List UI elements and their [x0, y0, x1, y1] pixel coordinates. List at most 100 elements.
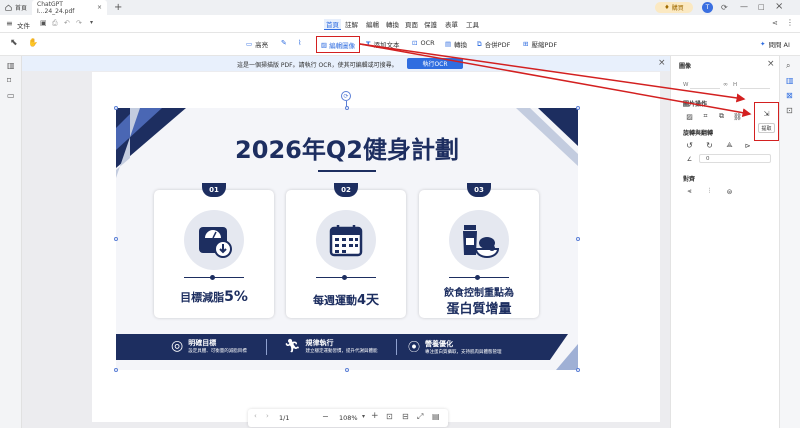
width-label: W	[683, 82, 689, 88]
infographic-image[interactable]: 2026年Q2健身計劃 01 目標減脂5% 02 每週運動4天 03 飲食控制重…	[116, 108, 578, 370]
redo-icon[interactable]: ↷	[76, 19, 82, 27]
edit-image-button[interactable]: ▨ 編輯圖像	[316, 36, 360, 53]
upgrade-button[interactable]: ♦ 購買	[655, 2, 693, 13]
pen-icon[interactable]: ✎	[281, 39, 287, 47]
convert-button[interactable]: ▤ 轉換	[445, 39, 467, 49]
replace-image-icon[interactable]: ▨	[685, 112, 694, 121]
fit-page-icon[interactable]: ⊡	[386, 412, 393, 421]
copy-image-icon[interactable]: ⧉	[717, 112, 726, 121]
resize-handle[interactable]	[114, 368, 118, 372]
link-image-icon[interactable]: ⛓	[733, 112, 742, 121]
search-icon[interactable]: ⌕	[786, 61, 790, 71]
close-icon[interactable]: ×	[97, 4, 102, 11]
image-ops-title: 圖片操作	[683, 101, 708, 108]
fit-width-icon[interactable]: ⊟	[402, 412, 409, 421]
resize-handle[interactable]	[345, 106, 349, 110]
align-left-icon[interactable]: ⫷	[685, 187, 694, 196]
scale-icon	[184, 210, 244, 270]
card-highlight: 5%	[224, 289, 248, 305]
bookmark-icon[interactable]: ⌑	[7, 76, 11, 85]
width-input[interactable]	[690, 80, 720, 89]
prev-page-icon[interactable]: ‹	[254, 412, 257, 420]
tab-menu-annotate[interactable]: 註解	[345, 19, 358, 29]
share-icon[interactable]: ⋖	[772, 19, 778, 27]
principle-title: 規律執行	[305, 339, 334, 347]
ocr-button[interactable]: ⊡ OCR	[412, 39, 435, 47]
underline-icon[interactable]: ⌇	[298, 39, 301, 47]
height-input[interactable]	[740, 80, 770, 89]
resize-handle[interactable]	[576, 368, 580, 372]
sync-icon[interactable]: ⟳	[721, 3, 728, 12]
extract-icon: ⇲	[763, 109, 770, 118]
align-right-icon[interactable]: ⊜	[725, 187, 734, 196]
new-tab-icon[interactable]: +	[114, 2, 122, 13]
print-icon[interactable]: ⎙	[52, 19, 58, 28]
zoom-level[interactable]: 108%	[339, 414, 358, 422]
select-icon[interactable]: ⬉	[10, 38, 18, 48]
window-close-icon[interactable]: ×	[775, 1, 783, 12]
hand-icon[interactable]: ✋	[28, 38, 38, 47]
run-ocr-button[interactable]: 執行OCR	[407, 58, 463, 69]
link-icon[interactable]: ∞	[723, 81, 728, 88]
rotate-left-icon[interactable]: ↺	[685, 141, 694, 150]
compress-button[interactable]: ⊞ 壓縮PDF	[523, 39, 557, 49]
resize-handle[interactable]	[576, 237, 580, 241]
tab-menu-edit[interactable]: 編輯	[366, 19, 379, 29]
crop-icon[interactable]: ⌗	[701, 112, 710, 121]
tab-menu-form[interactable]: 表單	[445, 19, 458, 29]
tab-home[interactable]: 首頁	[0, 0, 32, 15]
tab-menu-convert[interactable]: 轉換	[386, 19, 399, 29]
undo-icon[interactable]: ↶	[64, 19, 70, 27]
band-divider	[396, 339, 397, 355]
page-indicator[interactable]: 1/1	[279, 414, 289, 422]
tab-menu-tools[interactable]: 工具	[466, 19, 479, 29]
zoom-in-icon[interactable]: +	[371, 411, 379, 421]
comment-icon[interactable]: ▭	[7, 91, 15, 100]
running-icon: 🏃︎	[284, 338, 301, 354]
thumbnails-icon[interactable]: ▥	[7, 61, 15, 70]
resize-handle[interactable]	[345, 368, 349, 372]
ask-ai-button[interactable]: ✦ 問問 AI	[760, 39, 790, 49]
save-icon[interactable]: ▣	[40, 19, 47, 27]
angle-input[interactable]: 0	[699, 154, 771, 163]
rotate-handle[interactable]: ⟳	[341, 91, 351, 101]
flip-vertical-icon[interactable]: ⟁	[725, 141, 734, 150]
align-center-icon[interactable]: ⫶	[705, 187, 714, 196]
resize-handle[interactable]	[114, 106, 118, 110]
minimize-icon[interactable]: —	[740, 2, 748, 11]
tab-menu-protect[interactable]: 保護	[424, 19, 437, 29]
fullscreen-icon[interactable]: ⤢	[417, 412, 423, 422]
extract-image-button[interactable]: ⇲ 提取	[754, 102, 779, 141]
menu-bar: ≡ 文件 ▣ ⎙ ↶ ↷ ▾ 首頁 註解 編輯 轉換 頁面 保護 表單 工具 ⋖…	[0, 15, 800, 33]
tab-menu-page[interactable]: 頁面	[405, 19, 418, 29]
card-divider	[449, 275, 509, 280]
hamburger-icon[interactable]: ≡	[6, 19, 13, 28]
page-view-icon[interactable]: ▤	[432, 412, 440, 421]
avatar[interactable]: T	[702, 2, 713, 13]
tab-menu-home[interactable]: 首頁	[324, 19, 341, 30]
tab-home-label: 首頁	[15, 5, 28, 12]
add-text-button[interactable]: T 添加文本	[366, 39, 399, 49]
panel-title: 圖像	[679, 63, 692, 70]
highlight-button[interactable]: ▭ 高亮	[246, 39, 268, 49]
zoom-dropdown-icon[interactable]: ▾	[362, 413, 365, 420]
properties-icon[interactable]: ▥	[786, 76, 794, 85]
zoom-out-icon[interactable]: −	[322, 412, 329, 421]
file-menu[interactable]: 文件	[17, 20, 30, 30]
resize-handle[interactable]	[576, 106, 580, 110]
resize-handle[interactable]	[114, 237, 118, 241]
tab-document[interactable]: ChatGPT I...24_24.pdf ×	[32, 0, 108, 15]
panel-close-icon[interactable]: ×	[767, 59, 775, 69]
merge-button[interactable]: ⧉ 合併PDF	[477, 39, 510, 50]
ai-tools-icon[interactable]: ⊠	[786, 91, 793, 100]
maximize-icon[interactable]: □	[758, 3, 765, 11]
flip-horizontal-icon[interactable]: ⊳	[743, 141, 752, 150]
next-page-icon[interactable]: ›	[266, 412, 269, 420]
notice-close-icon[interactable]: ×	[658, 58, 666, 68]
dropdown-icon[interactable]: ▾	[90, 19, 93, 26]
zoom-bar: ‹ › 1/1 − 108% ▾ + ⊡ ⊟ ⤢ ▤	[248, 409, 448, 427]
scan-icon[interactable]: ⊡	[786, 106, 793, 115]
food-icon	[449, 210, 509, 270]
rotate-right-icon[interactable]: ↻	[705, 141, 714, 150]
more-icon[interactable]: ⋮	[786, 18, 794, 27]
